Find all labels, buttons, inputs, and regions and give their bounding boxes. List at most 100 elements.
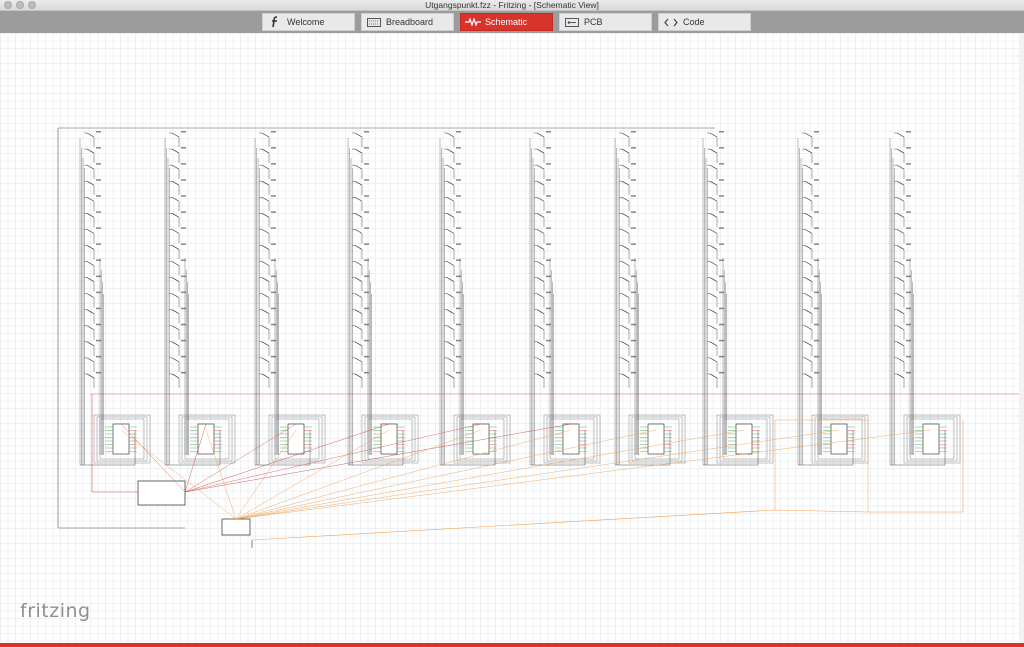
switch-label[interactable] bbox=[271, 291, 276, 294]
switch[interactable] bbox=[86, 180, 95, 186]
switch[interactable] bbox=[709, 180, 718, 186]
switch[interactable] bbox=[446, 196, 455, 202]
switch-label[interactable] bbox=[364, 307, 369, 310]
switch[interactable] bbox=[86, 164, 95, 170]
tab-schematic[interactable]: Schematic bbox=[460, 13, 553, 31]
switch-label[interactable] bbox=[631, 371, 636, 374]
switch[interactable] bbox=[354, 277, 363, 282]
switch[interactable] bbox=[709, 293, 718, 298]
switch[interactable] bbox=[354, 261, 363, 266]
switch[interactable] bbox=[536, 341, 545, 347]
switch-label[interactable] bbox=[271, 227, 276, 229]
switch[interactable] bbox=[804, 148, 813, 154]
switch[interactable] bbox=[896, 373, 905, 379]
switch[interactable] bbox=[621, 293, 630, 298]
switch[interactable] bbox=[446, 132, 455, 138]
switch-label[interactable] bbox=[631, 227, 636, 229]
switch-label[interactable] bbox=[456, 163, 461, 165]
switch-label[interactable] bbox=[546, 307, 551, 310]
switch-label[interactable] bbox=[719, 195, 724, 197]
switch-label[interactable] bbox=[96, 211, 101, 213]
switch[interactable] bbox=[804, 325, 813, 331]
switch-label[interactable] bbox=[906, 323, 911, 326]
switch-label[interactable] bbox=[814, 243, 819, 245]
switch[interactable] bbox=[171, 196, 180, 202]
switch-label[interactable] bbox=[96, 307, 101, 310]
switch-label[interactable] bbox=[814, 163, 819, 165]
switch-label[interactable] bbox=[456, 227, 461, 229]
switch-label[interactable] bbox=[719, 147, 724, 149]
switch[interactable] bbox=[621, 164, 630, 170]
switch[interactable] bbox=[536, 357, 545, 363]
switch[interactable] bbox=[261, 164, 270, 170]
switch[interactable] bbox=[86, 229, 95, 234]
switch[interactable] bbox=[354, 213, 363, 218]
switch[interactable] bbox=[354, 164, 363, 170]
switch-label[interactable] bbox=[546, 355, 551, 358]
switch[interactable] bbox=[709, 357, 718, 363]
switch[interactable] bbox=[86, 261, 95, 266]
switch[interactable] bbox=[536, 309, 545, 314]
switch[interactable] bbox=[804, 180, 813, 186]
switch[interactable] bbox=[446, 148, 455, 154]
switch[interactable] bbox=[86, 196, 95, 202]
switch-label[interactable] bbox=[271, 163, 276, 165]
switch-label[interactable] bbox=[364, 323, 369, 326]
switch-label[interactable] bbox=[364, 243, 369, 245]
switch[interactable] bbox=[804, 132, 813, 138]
switch[interactable] bbox=[261, 341, 270, 347]
switch[interactable] bbox=[261, 309, 270, 314]
switch-label[interactable] bbox=[906, 211, 911, 213]
switch[interactable] bbox=[536, 277, 545, 282]
switch-label[interactable] bbox=[364, 131, 369, 133]
switch[interactable] bbox=[621, 357, 630, 363]
switch-label[interactable] bbox=[814, 291, 819, 294]
switch[interactable] bbox=[896, 325, 905, 331]
switch-label[interactable] bbox=[719, 355, 724, 358]
switch[interactable] bbox=[621, 373, 630, 379]
switch[interactable] bbox=[171, 341, 180, 347]
switch-label[interactable] bbox=[719, 291, 724, 294]
switch-label[interactable] bbox=[364, 355, 369, 358]
switch-label[interactable] bbox=[96, 163, 101, 165]
switch[interactable] bbox=[86, 245, 95, 250]
switch[interactable] bbox=[621, 229, 630, 234]
switch[interactable] bbox=[896, 341, 905, 347]
switch-label[interactable] bbox=[814, 195, 819, 197]
switch[interactable] bbox=[354, 293, 363, 298]
shift-register-chip[interactable] bbox=[922, 423, 940, 455]
switch-label[interactable] bbox=[719, 227, 724, 229]
switch[interactable] bbox=[354, 229, 363, 234]
switch-label[interactable] bbox=[546, 163, 551, 165]
switch[interactable] bbox=[171, 373, 180, 379]
switch[interactable] bbox=[446, 164, 455, 170]
switch[interactable] bbox=[896, 132, 905, 138]
switch[interactable] bbox=[86, 357, 95, 363]
switch[interactable] bbox=[446, 261, 455, 266]
switch[interactable] bbox=[86, 325, 95, 331]
switch-label[interactable] bbox=[719, 275, 724, 278]
switch-label[interactable] bbox=[271, 131, 276, 133]
switch-label[interactable] bbox=[96, 339, 101, 342]
switch-label[interactable] bbox=[546, 275, 551, 278]
switch[interactable] bbox=[354, 245, 363, 250]
switch[interactable] bbox=[171, 309, 180, 314]
switch[interactable] bbox=[536, 213, 545, 218]
switch-label[interactable] bbox=[271, 307, 276, 310]
switch-label[interactable] bbox=[814, 339, 819, 342]
switch[interactable] bbox=[171, 261, 180, 266]
switch[interactable] bbox=[536, 293, 545, 298]
switch-label[interactable] bbox=[631, 147, 636, 149]
switch[interactable] bbox=[536, 148, 545, 154]
switch-label[interactable] bbox=[271, 259, 276, 262]
switch-label[interactable] bbox=[181, 147, 186, 149]
tab-breadboard[interactable]: Breadboard bbox=[361, 13, 454, 31]
switch[interactable] bbox=[536, 229, 545, 234]
switch-label[interactable] bbox=[631, 179, 636, 181]
switch-label[interactable] bbox=[456, 243, 461, 245]
switch-label[interactable] bbox=[719, 339, 724, 342]
switch[interactable] bbox=[536, 261, 545, 266]
switch[interactable] bbox=[709, 245, 718, 250]
switch[interactable] bbox=[86, 373, 95, 379]
switch-label[interactable] bbox=[906, 259, 911, 262]
